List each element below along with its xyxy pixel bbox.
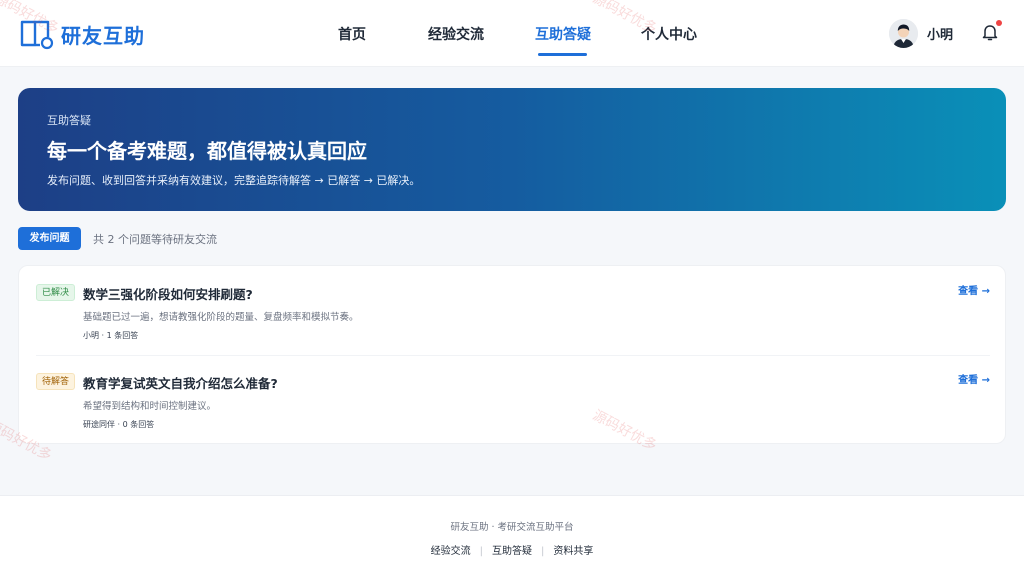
brand-logo[interactable]: 研友互助	[20, 18, 145, 50]
footer-separator: |	[541, 546, 545, 557]
question-meta: 小明 · 1 条回答	[83, 331, 139, 340]
user-name[interactable]: 小明	[927, 24, 953, 43]
view-question-link[interactable]: 查看 →	[958, 282, 990, 297]
footer-link-resources[interactable]: 资料共享	[553, 542, 593, 557]
status-badge: 待解答	[36, 373, 76, 390]
notification-dot	[996, 20, 1002, 26]
nav-experience[interactable]: 经验交流	[428, 24, 484, 44]
hero-title: 每一个备考难题，都值得被认真回应	[47, 139, 367, 163]
avatar-person-icon	[889, 19, 918, 48]
view-question-link[interactable]: 查看 →	[958, 371, 990, 386]
footer-brand: 研友互助 · 考研交流互助平台	[450, 522, 574, 533]
question-description: 基础题已过一遍，想请教强化阶段的题量、复盘频率和模拟节奏。	[83, 312, 359, 323]
question-meta: 研途同伴 · 0 条回答	[83, 420, 155, 429]
nav-active-indicator	[538, 53, 587, 56]
footer-separator: |	[479, 546, 483, 557]
hero-description: 发布问题、收到回答并采纳有效建议，完整追踪待解答 → 已解答 → 已解决。	[47, 174, 421, 187]
user-menu[interactable]: 小明	[889, 19, 953, 48]
question-description: 希望得到结构和时间控制建议。	[83, 401, 217, 412]
footer-links: 经验交流 | 互助答疑 | 资料共享	[0, 542, 1024, 557]
footer-link-experience[interactable]: 经验交流	[431, 542, 471, 557]
nav-home[interactable]: 首页	[338, 24, 366, 44]
nav-qa[interactable]: 互助答疑	[535, 24, 591, 44]
brand-name: 研友互助	[61, 23, 145, 48]
list-divider	[36, 355, 990, 356]
footer-link-qa[interactable]: 互助答疑	[492, 542, 532, 557]
hero-kicker: 互助答疑	[47, 114, 91, 127]
question-title[interactable]: 数学三强化阶段如何安排刷题?	[83, 284, 253, 303]
nav-profile[interactable]: 个人中心	[641, 24, 697, 44]
post-question-button[interactable]: 发布问题	[18, 227, 81, 250]
question-list: 已解决 数学三强化阶段如何安排刷题? 基础题已过一遍，想请教强化阶段的题量、复盘…	[18, 265, 1006, 444]
question-title[interactable]: 教育学复试英文自我介绍怎么准备?	[83, 373, 278, 392]
question-count: 共 2 个问题等待研友交流	[93, 233, 217, 246]
book-logo-icon	[20, 20, 54, 50]
top-header: 研友互助 首页 经验交流 互助答疑 个人中心 小明	[0, 0, 1024, 67]
page-footer: 研友互助 · 考研交流互助平台 经验交流 | 互助答疑 | 资料共享	[0, 495, 1024, 576]
status-badge: 已解决	[36, 284, 76, 301]
avatar[interactable]	[889, 19, 918, 48]
hero-banner: 互助答疑 每一个备考难题，都值得被认真回应 发布问题、收到回答并采纳有效建议，完…	[18, 88, 1006, 211]
